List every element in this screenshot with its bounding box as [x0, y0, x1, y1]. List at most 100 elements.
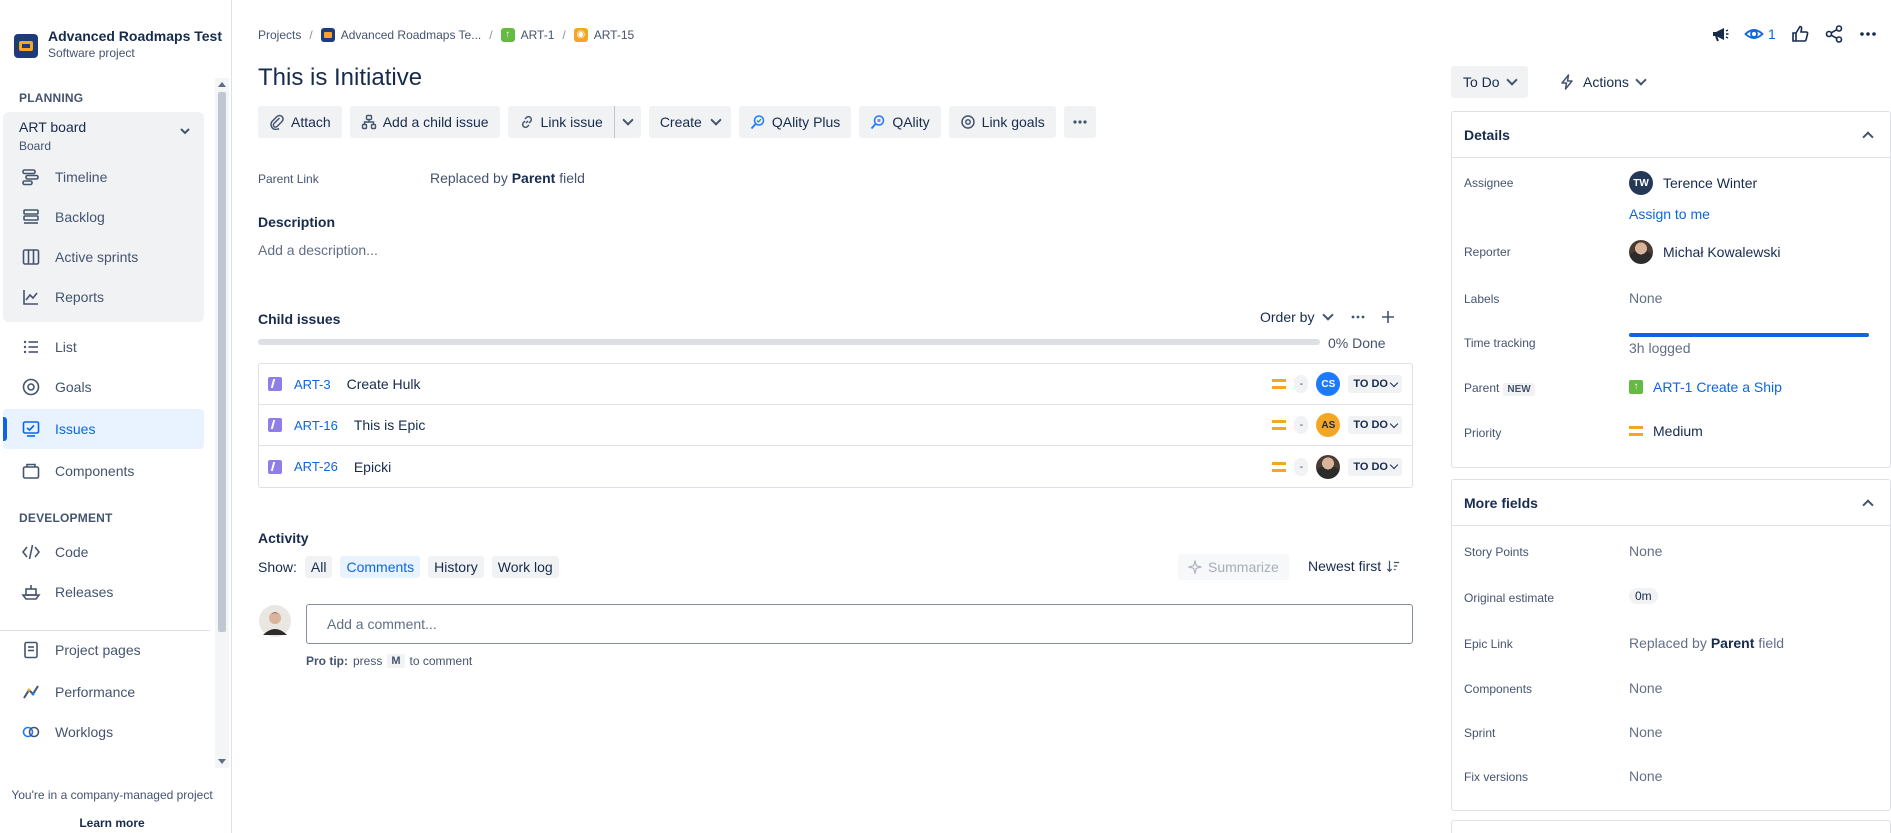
description-editor[interactable]: Add a description... [258, 242, 378, 258]
table-row[interactable]: ART-3 Create Hulk - CS TO DO [259, 364, 1412, 405]
megaphone-icon[interactable] [1710, 24, 1730, 44]
qality-plus-button[interactable]: QAlity Plus [738, 106, 852, 138]
sidebar-item-goals[interactable]: Goals [3, 367, 204, 407]
assignee-value[interactable]: TW Terence Winter [1629, 171, 1757, 195]
priority-medium-icon [1272, 379, 1287, 389]
more-actions-button[interactable] [1063, 106, 1096, 138]
project-header[interactable]: Advanced Roadmaps Test Software project [14, 28, 222, 60]
epic-link-bold: Parent [1710, 635, 1755, 651]
initiative-icon: ◉ [573, 28, 588, 42]
comment-input[interactable]: Add a comment... [306, 604, 1413, 644]
issue-key-link[interactable]: ART-3 [294, 377, 331, 392]
create-button[interactable]: Create [648, 106, 731, 138]
child-issues-heading: Child issues [258, 311, 341, 327]
status-button[interactable]: To Do [1451, 66, 1528, 98]
sidebar-item-components[interactable]: Components [3, 451, 204, 491]
pro-tip-label: Pro tip: [306, 654, 348, 668]
plus-icon[interactable] [1380, 309, 1396, 325]
sidebar-scrollbar[interactable] [215, 78, 229, 768]
learn-more-link[interactable]: Learn more [0, 816, 224, 830]
sidebar-item-releases[interactable]: Releases [3, 572, 204, 612]
chevron-up-icon [1862, 130, 1874, 143]
sprint-value[interactable]: None [1629, 724, 1662, 740]
more-icon[interactable] [1350, 309, 1366, 325]
link-icon [521, 115, 532, 129]
original-estimate-value[interactable]: 0m [1629, 588, 1658, 604]
status-dropdown[interactable]: TO DO [1348, 375, 1402, 393]
actions-button[interactable]: Actions [1547, 66, 1657, 98]
labels-value[interactable]: None [1629, 290, 1662, 306]
components-value[interactable]: None [1629, 680, 1662, 696]
time-tracking-bar[interactable] [1629, 333, 1869, 337]
filter-history[interactable]: History [428, 556, 484, 578]
sidebar-item-issues[interactable]: Issues [3, 409, 204, 449]
sidebar-item-performance[interactable]: Performance [3, 672, 204, 712]
breadcrumb-projects[interactable]: Projects [258, 28, 301, 42]
pro-tip-press: press [353, 654, 383, 668]
table-row[interactable]: ART-16 This is Epic - AS TO DO [259, 405, 1412, 446]
sidebar-item-backlog[interactable]: Backlog [3, 197, 204, 237]
sidebar-item-code[interactable]: Code [3, 532, 204, 572]
scroll-thumb[interactable] [218, 92, 226, 632]
order-by-button[interactable]: Order by [1260, 309, 1335, 325]
avatar[interactable]: CS [1316, 372, 1341, 396]
issue-summary[interactable]: This is Epic [354, 417, 426, 433]
more-icon [1073, 120, 1087, 124]
more-fields-header[interactable]: More fields [1452, 480, 1890, 526]
status-dropdown[interactable]: TO DO [1348, 416, 1402, 434]
avatar[interactable]: AS [1316, 413, 1341, 437]
share-icon[interactable] [1824, 24, 1844, 44]
parent-value[interactable]: ↑ ART-1 Create a Ship [1629, 379, 1782, 395]
details-header[interactable]: Details [1452, 112, 1890, 158]
status-dropdown[interactable]: TO DO [1348, 457, 1402, 476]
avatar[interactable] [1316, 454, 1341, 479]
breadcrumb-parent[interactable]: ART-1 [521, 28, 555, 42]
issue-key-link[interactable]: ART-26 [294, 459, 338, 474]
sidebar-item-list[interactable]: List [3, 327, 204, 367]
sort-order-button[interactable]: Newest first [1308, 558, 1400, 574]
filter-work-log[interactable]: Work log [491, 556, 559, 578]
issue-summary[interactable]: Create Hulk [347, 376, 421, 392]
sidebar-item-worklogs[interactable]: Worklogs [3, 712, 204, 752]
summarize-button[interactable]: Summarize [1178, 554, 1289, 580]
assign-to-me-link[interactable]: Assign to me [1629, 206, 1710, 222]
board-title[interactable]: ART board [19, 119, 86, 135]
story-points-value[interactable]: None [1629, 543, 1662, 559]
page-title[interactable]: This is Initiative [258, 64, 422, 92]
watch-count[interactable]: 1 [1768, 26, 1776, 42]
sidebar-item-label: Goals [55, 379, 92, 395]
thumbs-up-icon[interactable] [1790, 24, 1810, 44]
attach-button[interactable]: Attach [258, 106, 342, 138]
scroll-up-icon[interactable] [218, 82, 226, 87]
sidebar-item-timeline[interactable]: Timeline [3, 157, 204, 197]
sidebar-item-project-pages[interactable]: Project pages [3, 630, 204, 670]
table-row[interactable]: ART-26 Epicki - TO DO [259, 446, 1412, 487]
link-issue-dropdown[interactable] [613, 106, 641, 138]
reporter-value[interactable]: Michał Kowalewski [1629, 240, 1780, 264]
parent-link-label: Parent Link [258, 172, 319, 186]
issue-key-link[interactable]: ART-16 [294, 418, 338, 433]
link-issue-button[interactable]: Link issue [507, 106, 614, 138]
scroll-down-icon[interactable] [218, 759, 226, 764]
sidebar-item-active-sprints[interactable]: Active sprints [3, 237, 204, 277]
chevron-down-icon[interactable] [180, 126, 190, 136]
breadcrumb-current[interactable]: ART-15 [594, 28, 634, 42]
more-icon[interactable] [1858, 24, 1878, 44]
priority-value[interactable]: Medium [1629, 423, 1703, 439]
parent-issue-link: ART-1 Create a Ship [1653, 379, 1782, 395]
filter-all[interactable]: All [304, 556, 333, 578]
issue-summary[interactable]: Epicki [354, 459, 391, 475]
fix-versions-value[interactable]: None [1629, 768, 1662, 784]
qality-button[interactable]: QAlity [859, 106, 941, 138]
activity-filters: Show: All Comments History Work log [258, 556, 559, 578]
breadcrumb-project[interactable]: Advanced Roadmaps Te... [341, 28, 482, 42]
filter-comments[interactable]: Comments [340, 556, 421, 578]
eye-icon[interactable] [1744, 24, 1764, 44]
child-issues-table: ART-3 Create Hulk - CS TO DO ART-16 This… [258, 363, 1413, 488]
add-child-issue-button[interactable]: Add a child issue [349, 106, 500, 138]
epic-type-icon [268, 418, 282, 432]
sidebar-item-reports[interactable]: Reports [3, 277, 204, 317]
link-goals-button[interactable]: Link goals [948, 106, 1056, 138]
priority-label: Priority [1464, 426, 1502, 440]
time-tracking-value[interactable]: 3h logged [1629, 340, 1691, 356]
